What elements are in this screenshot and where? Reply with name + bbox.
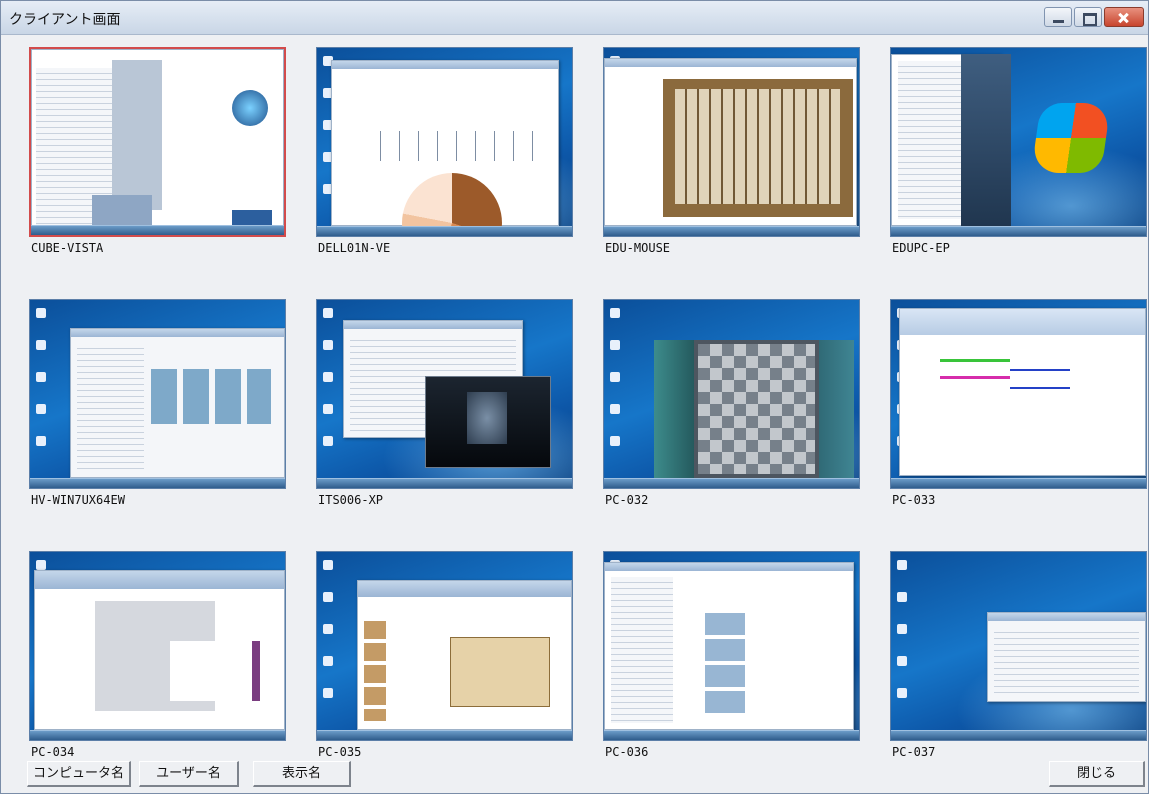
taskbar: [891, 478, 1146, 488]
minimize-icon[interactable]: [1044, 7, 1072, 27]
footer-bar: コンピュータ名 ユーザー名 表示名 閉じる: [1, 757, 1148, 793]
display-name-button[interactable]: 表示名: [253, 761, 351, 787]
client-screen-thumbnail[interactable]: [603, 551, 860, 741]
maximize-icon[interactable]: [1074, 7, 1102, 27]
client-screen-thumbnail[interactable]: [890, 47, 1147, 237]
client-screen-thumbnail[interactable]: [890, 299, 1147, 489]
client-screen-window: クライアント画面 CUBE-VISTA DELL01N-VE EDU-MOUSE ED…: [0, 0, 1149, 794]
client-thumbnail-grid: CUBE-VISTA DELL01N-VE EDU-MOUSE EDUPC-EP HV-…: [1, 35, 1148, 759]
desktop-icons: [323, 308, 335, 468]
client-screen-thumbnail[interactable]: [29, 551, 286, 741]
client-screen-thumbnail[interactable]: [316, 47, 573, 237]
client-name-label: DELL01N-VE: [318, 241, 391, 255]
user-name-button[interactable]: ユーザー名: [139, 761, 239, 787]
client-screen-thumbnail[interactable]: [603, 47, 860, 237]
taskbar: [317, 226, 572, 236]
client-name-label: CUBE-VISTA: [31, 241, 104, 255]
desktop-icons: [897, 560, 909, 720]
client-name-label: PC-033: [892, 493, 936, 507]
taskbar: [317, 730, 572, 740]
taskbar: [604, 226, 859, 236]
client-name-label: PC-032: [605, 493, 649, 507]
client-screen-thumbnail[interactable]: [890, 551, 1147, 741]
taskbar: [30, 478, 285, 488]
desktop-icons: [610, 308, 622, 468]
taskbar: [891, 730, 1146, 740]
client-name-label: HV-WIN7UX64EW: [31, 493, 125, 507]
client-screen-thumbnail[interactable]: [316, 299, 573, 489]
taskbar: [604, 730, 859, 740]
window-title: クライアント画面: [9, 12, 121, 28]
close-button[interactable]: 閉じる: [1049, 761, 1145, 787]
client-name-label: ITS006-XP: [318, 493, 384, 507]
client-name-label: EDU-MOUSE: [605, 241, 671, 255]
close-icon[interactable]: [1104, 7, 1144, 27]
window-controls: [1044, 7, 1144, 27]
taskbar: [317, 478, 572, 488]
title-bar: クライアント画面: [1, 1, 1148, 35]
taskbar: [30, 730, 285, 740]
client-name-label: EDUPC-EP: [892, 241, 950, 255]
client-screen-thumbnail[interactable]: [29, 47, 286, 237]
desktop-icons: [36, 308, 48, 468]
client-screen-thumbnail[interactable]: [316, 551, 573, 741]
taskbar: [31, 225, 284, 235]
client-screen-thumbnail[interactable]: [603, 299, 860, 489]
client-screen-thumbnail[interactable]: [29, 299, 286, 489]
taskbar: [891, 226, 1146, 236]
desktop-icons: [323, 560, 335, 720]
taskbar: [604, 478, 859, 488]
computer-name-button[interactable]: コンピュータ名: [27, 761, 131, 787]
